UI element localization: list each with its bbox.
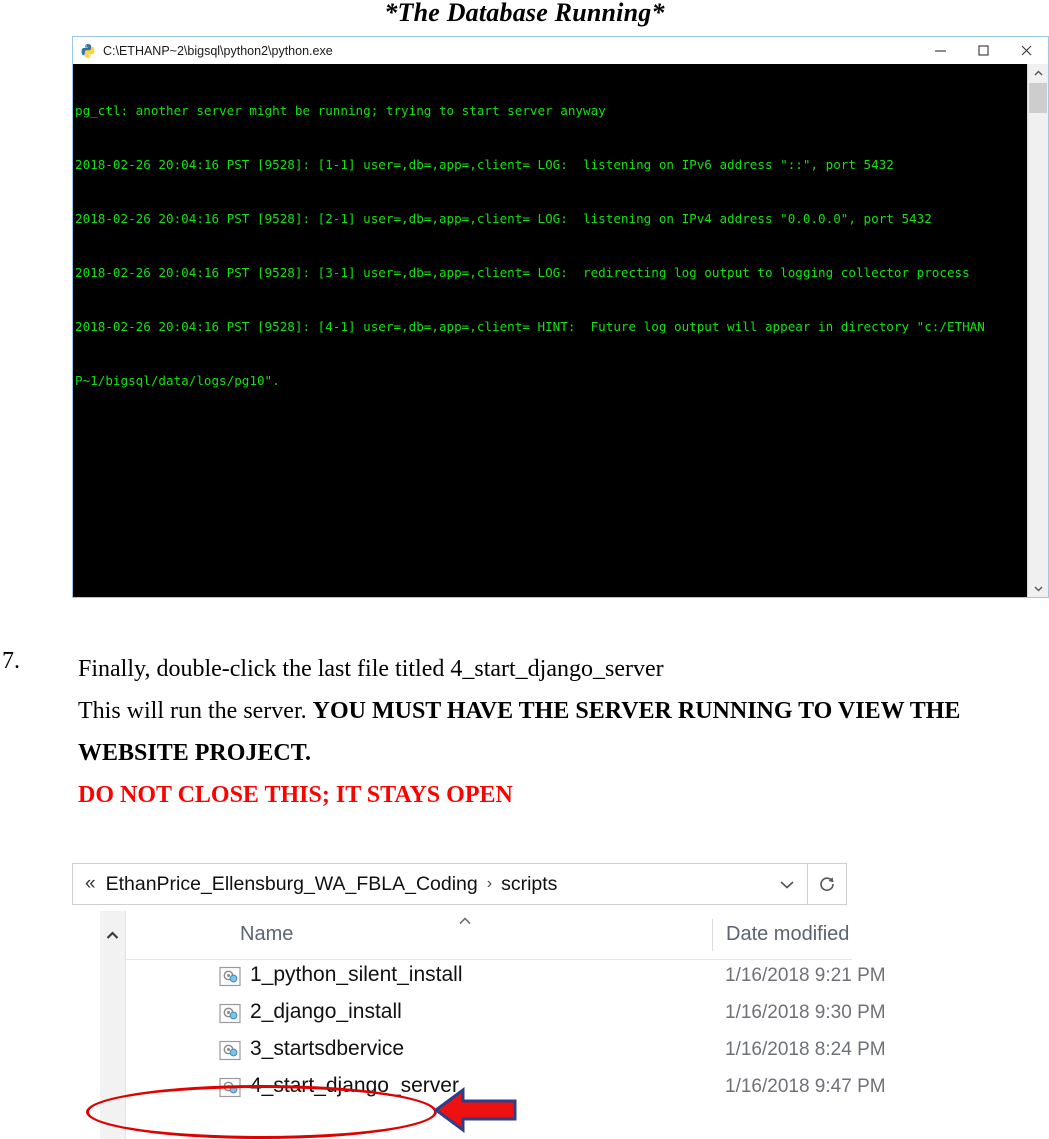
breadcrumb-separator-icon: › bbox=[486, 875, 493, 892]
terminal-body: pg_ctl: another server might be running;… bbox=[73, 64, 1048, 597]
terminal-output: pg_ctl: another server might be running;… bbox=[73, 64, 1027, 597]
python-icon bbox=[80, 43, 96, 59]
close-button[interactable] bbox=[1005, 37, 1048, 64]
chevron-down-icon[interactable] bbox=[767, 863, 807, 905]
breadcrumb[interactable]: « EthanPrice_Ellensburg_WA_FBLA_Coding ›… bbox=[72, 863, 767, 905]
maximize-button[interactable] bbox=[962, 37, 1005, 64]
file-explorer: « EthanPrice_Ellensburg_WA_FBLA_Coding ›… bbox=[72, 863, 886, 1139]
file-date: 1/16/2018 9:30 PM bbox=[725, 1002, 886, 1023]
terminal-line: pg_ctl: another server might be running;… bbox=[75, 103, 606, 118]
file-name[interactable]: 2_django_install bbox=[250, 1000, 402, 1024]
terminal-scrollbar[interactable] bbox=[1027, 64, 1048, 597]
window-controls bbox=[919, 37, 1048, 64]
page-title: *The Database Running* bbox=[384, 0, 665, 27]
file-date: 1/16/2018 9:47 PM bbox=[725, 1076, 886, 1097]
column-divider[interactable] bbox=[712, 919, 713, 951]
list-item[interactable]: 2_django_install 1/16/2018 9:30 PM bbox=[126, 996, 886, 1033]
batch-script-icon bbox=[219, 1003, 242, 1024]
step-number: 7. bbox=[2, 648, 20, 674]
step-line-2: This will run the server. bbox=[78, 698, 313, 724]
breadcrumb-item-scripts[interactable]: scripts bbox=[501, 873, 557, 896]
scroll-down-icon[interactable] bbox=[1028, 579, 1048, 597]
column-header-date[interactable]: Date modified bbox=[726, 923, 849, 946]
terminal-window: C:\ETHANP~2\bigsql\python2\python.exe pg… bbox=[72, 36, 1049, 598]
file-name[interactable]: 1_python_silent_install bbox=[250, 963, 462, 987]
file-date: 1/16/2018 8:24 PM bbox=[725, 1039, 886, 1060]
column-header-name[interactable]: Name bbox=[240, 923, 293, 946]
batch-script-icon bbox=[219, 966, 242, 987]
step-text: Finally, double-click the last file titl… bbox=[78, 648, 978, 816]
terminal-line: 2018-02-26 20:04:16 PST [9528]: [4-1] us… bbox=[75, 319, 985, 334]
file-rows: 1_python_silent_install 1/16/2018 9:21 P… bbox=[126, 959, 886, 1107]
file-name[interactable]: 3_startsdbervice bbox=[250, 1037, 404, 1061]
nav-pane-collapse[interactable] bbox=[100, 911, 126, 1139]
terminal-line: 2018-02-26 20:04:16 PST [9528]: [1-1] us… bbox=[75, 157, 894, 172]
list-item[interactable]: 1_python_silent_install 1/16/2018 9:21 P… bbox=[126, 959, 886, 996]
terminal-line: P~1/bigsql/data/logs/pg10". bbox=[75, 373, 280, 388]
terminal-line: 2018-02-26 20:04:16 PST [9528]: [2-1] us… bbox=[75, 211, 932, 226]
file-date: 1/16/2018 9:21 PM bbox=[725, 965, 886, 986]
double-chevron-left-icon[interactable]: « bbox=[85, 873, 96, 895]
scroll-up-icon[interactable] bbox=[1028, 64, 1048, 82]
batch-script-icon bbox=[219, 1077, 242, 1098]
sort-ascending-icon bbox=[458, 913, 472, 931]
list-item[interactable]: 4_start_django_server 1/16/2018 9:47 PM bbox=[126, 1070, 886, 1107]
column-headers: Name Date modified bbox=[126, 911, 852, 960]
refresh-icon[interactable] bbox=[807, 863, 847, 905]
file-list-area: Name Date modified 1_python_silent_insta… bbox=[72, 911, 886, 1139]
terminal-titlebar[interactable]: C:\ETHANP~2\bigsql\python2\python.exe bbox=[73, 37, 1048, 64]
minimize-button[interactable] bbox=[919, 37, 962, 64]
step-line-1: Finally, double-click the last file titl… bbox=[78, 656, 664, 682]
batch-script-icon bbox=[219, 1040, 242, 1061]
file-name[interactable]: 4_start_django_server bbox=[250, 1074, 459, 1098]
step-warning: DO NOT CLOSE THIS; IT STAYS OPEN bbox=[78, 782, 513, 808]
chevron-up-icon[interactable] bbox=[106, 927, 119, 1139]
breadcrumb-item-project[interactable]: EthanPrice_Ellensburg_WA_FBLA_Coding bbox=[106, 873, 478, 896]
scrollbar-thumb[interactable] bbox=[1029, 83, 1047, 113]
list-item[interactable]: 3_startsdbervice 1/16/2018 8:24 PM bbox=[126, 1033, 886, 1070]
terminal-line: 2018-02-26 20:04:16 PST [9528]: [3-1] us… bbox=[75, 265, 970, 280]
terminal-title: C:\ETHANP~2\bigsql\python2\python.exe bbox=[103, 43, 333, 58]
address-bar[interactable]: « EthanPrice_Ellensburg_WA_FBLA_Coding ›… bbox=[72, 863, 847, 905]
